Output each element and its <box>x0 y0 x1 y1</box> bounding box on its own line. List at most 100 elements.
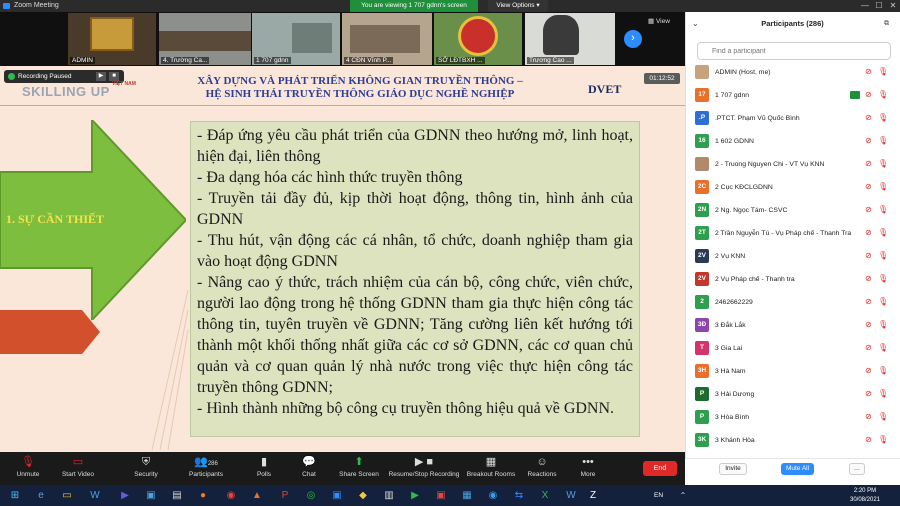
app-icon[interactable]: ◆ <box>352 486 374 505</box>
slide-bullet: - Đa dạng hóa các hình thức truyền thông <box>197 169 463 186</box>
muted-mic-icon[interactable]: 🎙 <box>878 435 888 445</box>
participant-row[interactable]: 2 2462662229 ⊘ 🎙 <box>690 291 895 314</box>
slide-bullet: - Truyền tải đầy đủ, kịp thời hoạt động,… <box>197 190 633 228</box>
app-icon[interactable]: ▣ <box>430 486 452 505</box>
participant-row[interactable]: 16 1 602 GDNN ⊘ 🎙 <box>690 130 895 153</box>
start-video-button[interactable]: ▭ Start Video <box>50 454 106 484</box>
app-icon[interactable]: ▶ <box>404 486 426 505</box>
thumbnail-name: 1 707 gdnn <box>254 57 291 64</box>
popout-icon[interactable]: ⧉ <box>884 18 894 30</box>
security-button[interactable]: ⛨ Security <box>118 454 174 484</box>
muted-mic-icon[interactable]: 🎙 <box>878 205 888 215</box>
participant-row[interactable]: 2C 2 Cục KĐCLGDNN ⊘ 🎙 <box>690 176 895 199</box>
tray-icons[interactable]: ⌃ <box>672 486 694 505</box>
participant-row[interactable]: 17 1 707 gdnn ⊘ 🎙 <box>690 84 895 107</box>
breakout-rooms-button[interactable]: ▦ Breakout Rooms <box>462 454 520 484</box>
mute-all-button[interactable]: Mute All <box>781 463 814 475</box>
muted-mic-icon[interactable]: 🎙 <box>878 366 888 376</box>
muted-mic-icon[interactable]: 🎙 <box>878 90 888 100</box>
stop-recording-button[interactable]: ■ <box>109 72 119 81</box>
participant-row[interactable]: 2T 2 Trần Nguyễn Tú - Vụ Pháp chế - Thanh… <box>690 222 895 245</box>
muted-mic-icon[interactable]: 🎙 <box>878 159 888 169</box>
participant-row[interactable]: 2V 2 Vụ KNN ⊘ 🎙 <box>690 245 895 268</box>
avatar: 2N <box>695 203 709 217</box>
participant-row[interactable]: 2N 2 Ng. Ngọc Tám- CSVC ⊘ 🎙 <box>690 199 895 222</box>
video-thumbnail[interactable]: Trương Cao ... <box>525 13 615 65</box>
maximize-button[interactable]: ☐ <box>872 0 886 12</box>
participant-row[interactable]: 3K 3 Khánh Hòa ⊘ 🎙 <box>690 429 895 452</box>
input-language[interactable]: EN <box>654 486 663 505</box>
video-thumbnail[interactable]: 4 CĐN Vĩnh P... <box>342 13 432 65</box>
app-icon[interactable]: W <box>560 486 582 505</box>
app-icon[interactable]: ▦ <box>456 486 478 505</box>
close-window-button[interactable]: ✕ <box>886 0 900 12</box>
muted-mic-icon[interactable]: 🎙 <box>878 113 888 123</box>
end-meeting-button[interactable]: End <box>643 461 677 476</box>
chrome-icon[interactable]: ◉ <box>220 486 242 505</box>
video-thumbnail[interactable]: ADMIN <box>68 13 156 65</box>
participant-row[interactable]: P 3 Hải Dương ⊘ 🎙 <box>690 383 895 406</box>
participant-row[interactable]: 3Đ 3 Đắk Lắk ⊘ 🎙 <box>690 314 895 337</box>
firefox-icon[interactable]: ● <box>192 486 214 505</box>
participant-search-input[interactable] <box>697 42 891 60</box>
muted-mic-icon[interactable]: 🎙 <box>878 389 888 399</box>
resume-recording-button[interactable]: ▶ <box>96 72 106 81</box>
muted-mic-icon[interactable]: 🎙 <box>878 343 888 353</box>
teamviewer-icon[interactable]: ⇆ <box>508 486 530 505</box>
muted-mic-icon[interactable]: 🎙 <box>878 412 888 422</box>
participant-name: 3 Khánh Hòa <box>715 437 755 444</box>
app-icon[interactable]: ▤ <box>166 486 188 505</box>
participant-row[interactable]: 3H 3 Hà Nam ⊘ 🎙 <box>690 360 895 383</box>
app-icon[interactable]: ◎ <box>300 486 322 505</box>
participant-row[interactable]: 2V 2 Vụ Pháp chế - Thanh tra ⊘ 🎙 <box>690 268 895 291</box>
participant-row[interactable]: P 3 Hòa Bình ⊘ 🎙 <box>690 406 895 429</box>
powerpoint-icon[interactable]: P <box>274 486 296 505</box>
video-thumbnail[interactable]: 4. Trường Ca... <box>159 13 251 65</box>
muted-mic-icon[interactable]: 🎙 <box>878 320 888 330</box>
more-button[interactable]: ••• More <box>560 454 616 484</box>
video-thumbnail[interactable]: SỞ LĐTBXH ... <box>434 13 522 65</box>
video-off-icon: ⊘ <box>865 435 872 444</box>
zoom-icon[interactable]: ▣ <box>326 486 348 505</box>
record-button[interactable]: ▶ ■ Resume/Stop Recording <box>388 454 460 484</box>
media-player-icon[interactable]: ▶ <box>114 486 136 505</box>
ie-browser-icon[interactable]: e <box>30 486 52 505</box>
app-icon[interactable]: ▲ <box>246 486 268 505</box>
avatar: P <box>695 410 709 424</box>
chat-bubble-icon: 💬 <box>302 456 316 468</box>
video-thumbnail[interactable]: 1 707 gdnn <box>252 13 340 65</box>
participant-row[interactable]: 2 - Truong Nguyen Chi - VT Vụ KNN ⊘ 🎙 <box>690 153 895 176</box>
muted-mic-icon[interactable]: 🎙 <box>878 251 888 261</box>
app-icon[interactable]: ◉ <box>482 486 504 505</box>
app-icon[interactable]: ▥ <box>378 486 400 505</box>
minimize-button[interactable]: — <box>858 0 872 12</box>
word-icon[interactable]: W <box>84 486 106 505</box>
app-icon[interactable]: ▣ <box>140 486 162 505</box>
file-explorer-icon[interactable]: ▭ <box>56 486 78 505</box>
participant-row[interactable]: ADMIN (Host, me) ⊘ 🎙 <box>690 61 895 84</box>
participant-row[interactable]: .P .PTCT. Phạm Vũ Quốc Bình ⊘ 🎙 <box>690 107 895 130</box>
muted-mic-icon[interactable]: 🎙 <box>878 228 888 238</box>
avatar: 3H <box>695 364 709 378</box>
participant-row[interactable]: T 3 Gia Lai ⊘ 🎙 <box>690 337 895 360</box>
people-icon: 👥286 <box>194 456 218 468</box>
windows-start-icon[interactable]: ⊞ <box>4 486 26 505</box>
unmute-button[interactable]: 🎙 Unmute <box>0 454 56 484</box>
view-button[interactable]: ▦ View <box>648 16 682 28</box>
taskbar-clock[interactable]: 2:20 PM 30/08/2021 <box>845 486 885 505</box>
muted-mic-icon[interactable]: 🎙 <box>878 67 888 77</box>
share-screen-button[interactable]: ⬆ Share Screen <box>331 454 387 484</box>
participants-button[interactable]: 👥286 Participants <box>178 454 234 484</box>
zalo-icon[interactable]: Z <box>582 486 604 505</box>
panel-more-button[interactable]: ... <box>849 463 865 475</box>
next-page-icon[interactable]: › <box>624 30 642 48</box>
muted-mic-icon[interactable]: 🎙 <box>878 182 888 192</box>
invite-button[interactable]: Invite <box>719 463 747 475</box>
view-options-button[interactable]: View Options ▾ <box>488 0 548 12</box>
muted-mic-icon[interactable]: 🎙 <box>878 274 888 284</box>
muted-mic-icon[interactable]: 🎙 <box>878 297 888 307</box>
excel-icon[interactable]: X <box>534 486 556 505</box>
recording-status-icon <box>8 73 15 80</box>
muted-mic-icon[interactable]: 🎙 <box>878 136 888 146</box>
chat-button[interactable]: 💬 Chat <box>281 454 337 484</box>
